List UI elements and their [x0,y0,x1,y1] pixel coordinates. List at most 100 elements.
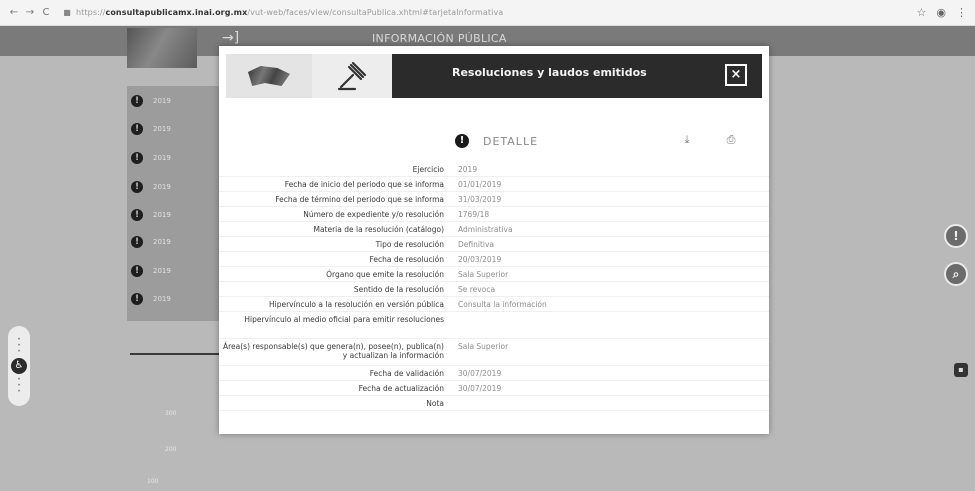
institution-logo [226,54,312,98]
field-label: Fecha de término del periodo que se info… [275,195,444,204]
background-year-row[interactable]: ! 2019 [127,90,222,112]
detail-row: Materia de la resolución (catálogo) Admin… [219,222,769,237]
info-icon: ! [131,293,143,305]
detalle-heading: ! DETALLE [455,134,538,148]
background-year-row[interactable]: ! 2019 [127,288,222,310]
url-path: /vut-web/faces/view/consultaPublica.xhtm… [247,8,504,17]
field-value: Se revoca [458,285,496,294]
background-header-title: INFORMACIÓN PÚBLICA [372,32,507,45]
field-label: Hipervínculo al medio oficial para emiti… [244,315,444,324]
field-label: Materia de la resolución (catálogo) [313,225,444,234]
profile-icon[interactable]: ◉ [936,6,946,19]
forward-arrow-icon[interactable]: → [22,7,38,18]
back-arrow-icon[interactable]: ← [6,7,22,18]
field-value: Sala Superior [458,270,509,279]
field-value: 20/03/2019 [458,255,502,264]
field-label: Fecha de actualización [358,384,444,393]
field-label: Órgano que emite la resolución [326,270,444,279]
background-logo [127,28,197,68]
small-action-icon[interactable]: ▪ [954,363,968,377]
detail-row: Número de expediente y/o resolución 1769/… [219,207,769,222]
field-label: Fecha de validación [369,369,444,378]
accessibility-icon[interactable]: ♿ [11,358,27,374]
field-label: Tipo de resolución [375,240,444,249]
field-label: Fecha de inicio del periodo que se infor… [284,180,444,189]
background-axis-label: 300 [165,410,177,417]
eagle-logo-icon [248,66,290,86]
field-value: 31/03/2019 [458,195,502,204]
print-icon[interactable]: ⎙ [723,133,739,149]
detail-row: Fecha de resolución 20/03/2019 [219,252,769,267]
detail-row: Fecha de inicio del periodo que se infor… [219,177,769,192]
background-year-row[interactable]: ! 2019 [127,118,222,140]
public-version-link[interactable]: Consulta la información [458,297,547,311]
detail-table: Ejercicio 2019 Fecha de inicio del period… [219,162,769,411]
field-value: Definitiva [458,240,495,249]
menu-icon[interactable]: ⋮ [956,6,967,19]
info-icon: ! [131,152,143,164]
info-icon: ! [131,209,143,221]
collapse-arrow-icon[interactable]: →] [222,30,239,46]
detail-row: Órgano que emite la resolución Sala Super… [219,267,769,282]
background-year-row[interactable]: ! 2019 [127,231,222,253]
detail-row: Hipervínculo al medio oficial para emiti… [219,312,769,339]
field-label: Número de expediente y/o resolución [303,210,444,219]
background-year: 2019 [153,125,171,133]
gavel-icon [312,54,392,98]
detail-row: Fecha de término del periodo que se info… [219,192,769,207]
drag-handle-icon[interactable]: • • • [17,337,21,355]
star-icon[interactable]: ☆ [917,6,927,19]
browser-toolbar: ← → C ■ https://consultapublicamx.inai.o… [0,0,975,26]
alert-icon[interactable]: ! [944,224,968,248]
field-label: Área(s) responsable(s) que genera(n), po… [223,342,444,360]
info-icon: ! [131,265,143,277]
zoom-icon[interactable]: ⌕ [944,262,968,286]
detail-row: Sentido de la resolución Se revoca [219,282,769,297]
info-icon: ! [131,123,143,135]
accessibility-widget[interactable]: • • • ♿ • • • [8,326,30,406]
url-prefix: https:// [76,8,106,17]
reload-icon[interactable]: C [38,7,54,18]
background-year-row[interactable]: ! 2019 [127,147,222,169]
background-year: 2019 [153,267,171,275]
field-value: 01/01/2019 [458,180,502,189]
detail-row: Fecha de actualización 30/07/2019 [219,381,769,396]
field-value: 2019 [458,165,478,174]
field-value: 30/07/2019 [458,369,502,378]
background-axis-label: 200 [165,446,177,453]
info-icon: ! [131,236,143,248]
background-year: 2019 [153,238,171,246]
field-label: Nota [426,399,444,408]
background-year: 2019 [153,154,171,162]
address-bar[interactable]: https://consultapublicamx.inai.org.mx/vu… [76,8,503,17]
detalle-label: DETALLE [483,134,539,148]
background-year: 2019 [153,211,171,219]
download-icon[interactable]: ⤓ [679,133,695,149]
info-icon: ! [455,134,469,148]
field-label: Ejercicio [412,165,444,174]
modal-header: Resoluciones y laudos emitidos × [226,54,762,98]
field-value: 1769/18 [458,210,490,219]
background-year-row[interactable]: ! 2019 [127,260,222,282]
field-label: Fecha de resolución [369,255,444,264]
detail-row: Fecha de validación 30/07/2019 [219,366,769,381]
detail-row: Área(s) responsable(s) que genera(n), po… [219,339,769,366]
background-year: 2019 [153,295,171,303]
field-value: 30/07/2019 [458,384,502,393]
background-year-row[interactable]: ! 2019 [127,176,222,198]
detail-row: Nota [219,396,769,411]
background-year-row[interactable]: ! 2019 [127,204,222,226]
modal-title: Resoluciones y laudos emitidos [452,66,647,79]
drag-handle-icon[interactable]: • • • [17,377,21,395]
detail-modal: Resoluciones y laudos emitidos × ! DETAL… [219,46,769,434]
info-icon: ! [131,95,143,107]
background-year: 2019 [153,97,171,105]
close-button[interactable]: × [725,64,747,86]
url-host: consultapublicamx.inai.org.mx [105,8,248,17]
detail-row: Ejercicio 2019 [219,162,769,177]
detail-row: Hipervínculo a la resolución en versión … [219,297,769,312]
background-axis-label: 100 [147,478,159,485]
info-icon: ! [131,181,143,193]
background-divider [130,353,220,355]
field-value: Administrativa [458,225,513,234]
